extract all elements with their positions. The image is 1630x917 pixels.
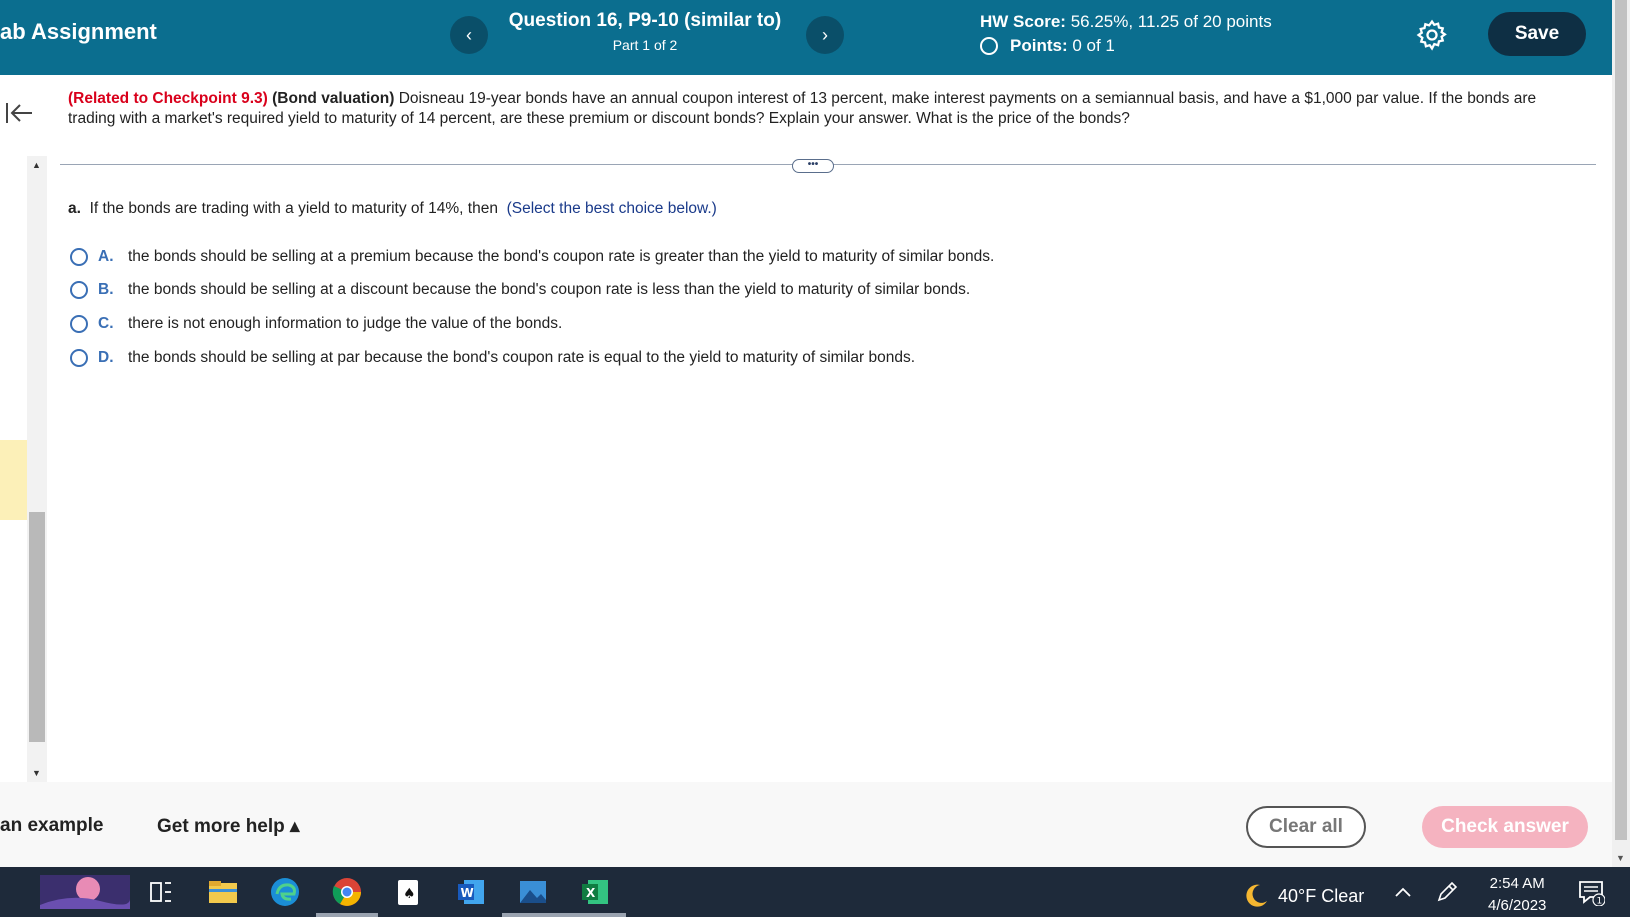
choice-letter: C.: [98, 315, 114, 332]
view-example-link[interactable]: an example: [0, 815, 104, 837]
solitaire-icon[interactable]: ♠: [392, 875, 426, 909]
chrome-icon[interactable]: [330, 875, 364, 909]
collapse-panel-icon[interactable]: [4, 98, 34, 128]
choice-a-radio[interactable]: [70, 248, 88, 266]
question-part: Part 1 of 2: [612, 37, 678, 53]
scroll-up-arrow-icon[interactable]: ▲: [32, 160, 41, 170]
file-explorer-icon[interactable]: [206, 875, 240, 909]
next-question-button[interactable]: ›: [806, 16, 844, 54]
part-a-text: If the bonds are trading with a yield to…: [89, 200, 498, 217]
choice-text: the bonds should be selling at a premium…: [128, 248, 995, 265]
choice-b[interactable]: B. the bonds should be selling at a disc…: [70, 281, 970, 299]
weather-widget[interactable]: 40°F Clear: [1240, 881, 1364, 911]
pen-icon[interactable]: [1430, 875, 1464, 909]
question-text: (Related to Checkpoint 9.3) (Bond valuat…: [68, 89, 1568, 129]
part-a-label: a.: [68, 200, 81, 217]
choice-c-radio[interactable]: [70, 315, 88, 333]
svg-text:W: W: [461, 886, 474, 900]
edge-icon[interactable]: [268, 875, 302, 909]
word-icon[interactable]: W: [454, 875, 488, 909]
settings-gear-icon[interactable]: [1415, 18, 1449, 52]
active-app-indicator: [316, 913, 378, 917]
check-answer-button[interactable]: Check answer: [1422, 806, 1588, 848]
scroll-down-arrow-icon[interactable]: ▼: [32, 768, 41, 778]
choice-text: there is not enough information to judge…: [128, 315, 563, 332]
svg-text:X: X: [586, 886, 596, 900]
choice-d-radio[interactable]: [70, 349, 88, 367]
clear-all-button[interactable]: Clear all: [1246, 806, 1366, 848]
expand-more-button[interactable]: •••: [792, 159, 834, 173]
moon-icon: [1246, 884, 1267, 907]
hw-score-label: HW Score:: [980, 12, 1066, 31]
windows-taskbar: ♠ W X 40°F Clear 2:54 AM 4/6/2023 1: [0, 867, 1630, 917]
choice-text: the bonds should be selling at par becau…: [128, 349, 916, 366]
part-a-prompt: a. If the bonds are trading with a yield…: [68, 200, 717, 218]
choice-text: the bonds should be selling at a discoun…: [128, 281, 971, 298]
app-title: ab Assignment: [0, 19, 157, 44]
clock-time: 2:54 AM: [1489, 875, 1545, 892]
excel-icon[interactable]: X: [578, 875, 612, 909]
points-label: Points:: [1010, 36, 1068, 55]
clock-date: 4/6/2023: [1488, 897, 1547, 914]
question-scrollbar-thumb[interactable]: [29, 512, 45, 742]
chevron-up-icon[interactable]: [1386, 875, 1420, 909]
question-scrollbar[interactable]: ▲ ▼: [27, 156, 47, 782]
page-scrollbar-thumb[interactable]: [1615, 0, 1627, 840]
active-app-indicator: [564, 913, 626, 917]
assignment-header: ab Assignment ‹ Question 16, P9-10 (simi…: [0, 0, 1612, 75]
save-button[interactable]: Save: [1488, 12, 1586, 56]
notification-icon[interactable]: 1: [1574, 875, 1608, 909]
active-app-indicator: [502, 913, 564, 917]
system-clock[interactable]: 2:54 AM 4/6/2023: [1488, 873, 1546, 917]
points-value: 0 of 1: [1072, 36, 1115, 55]
choice-a[interactable]: A. the bonds should be selling at a prem…: [70, 248, 994, 266]
choice-d[interactable]: D. the bonds should be selling at par be…: [70, 349, 915, 367]
side-tab[interactable]: [0, 440, 27, 520]
get-more-help-button[interactable]: Get more help ▴: [157, 815, 300, 838]
page-scrollbar[interactable]: ▼: [1612, 0, 1630, 867]
question-title-block: Question 16, P9-10 (similar to) Part 1 o…: [480, 10, 810, 53]
photos-icon[interactable]: [516, 875, 550, 909]
choice-letter: A.: [98, 248, 114, 265]
related-checkpoint: (Related to Checkpoint 9.3): [68, 90, 268, 107]
notification-count: 1: [1597, 897, 1603, 907]
weather-text: 40°F Clear: [1278, 885, 1365, 906]
task-view-icon[interactable]: [144, 875, 178, 909]
choice-letter: D.: [98, 349, 114, 366]
scroll-down-arrow-icon[interactable]: ▼: [1616, 853, 1625, 863]
score-block: HW Score: 56.25%, 11.25 of 20 points Poi…: [980, 12, 1272, 56]
question-topic: (Bond valuation): [272, 90, 395, 107]
choice-c[interactable]: C. there is not enough information to ju…: [70, 315, 562, 333]
choice-b-radio[interactable]: [70, 281, 88, 299]
choice-letter: B.: [98, 281, 114, 298]
hw-score-value: 56.25%, 11.25 of 20 points: [1070, 12, 1272, 31]
widgets-icon[interactable]: [40, 875, 130, 909]
points-status-icon: [980, 37, 998, 55]
svg-text:♠: ♠: [403, 886, 416, 902]
question-title: Question 16, P9-10 (similar to): [508, 10, 782, 31]
part-a-hint: (Select the best choice below.): [506, 200, 717, 217]
